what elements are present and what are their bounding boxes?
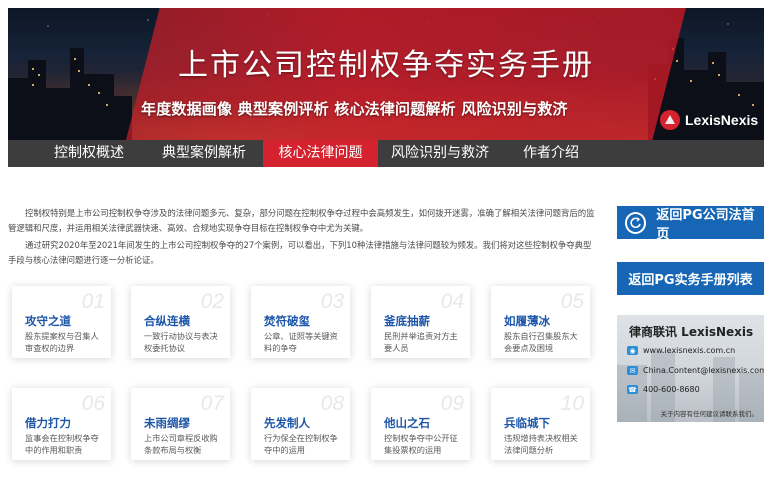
topic-card-06[interactable]: 06 借力打力 监事会在控制权争夺中的作用和职责 <box>12 388 111 460</box>
contact-website-row: ◉ www.lexisnexis.com.cn <box>627 346 735 355</box>
intro-text: 控制权特别是上市公司控制权争夺涉及的法律问题多元、复杂，部分问题在控制权争夺过程… <box>8 206 598 270</box>
topic-card-07[interactable]: 07 未雨绸缪 上市公司章程反收购条款布局与权衡 <box>131 388 230 460</box>
card-title: 如履薄冰 <box>504 314 550 328</box>
nav-item-cases[interactable]: 典型案例解析 <box>154 140 254 167</box>
header-banner: 上市公司控制权争夺实务手册 年度数据画像 典型案例评析 核心法律问题解析 风险识… <box>8 8 764 140</box>
contact-email[interactable]: China.Content@lexisnexis.com <box>643 366 764 375</box>
card-description: 民刑并举追责对方主要人员 <box>384 331 458 353</box>
page-title: 上市公司控制权争夺实务手册 <box>178 48 594 83</box>
card-number: 06 <box>81 392 105 415</box>
topic-card-01[interactable]: 01 攻守之道 股东提案权与召集人审查权的边界 <box>12 286 111 358</box>
card-title: 未雨绸缪 <box>144 416 190 430</box>
card-title: 兵临城下 <box>504 416 550 430</box>
card-title: 他山之石 <box>384 416 430 430</box>
contact-email-row: ✉ China.Content@lexisnexis.com <box>627 366 764 375</box>
nav-item-overview[interactable]: 控制权概述 <box>44 140 134 167</box>
contact-phone: 400-600-8680 <box>643 385 700 394</box>
back-to-pg-home-label: 返回PG公司法首页 <box>656 207 755 242</box>
card-number: 05 <box>560 290 584 313</box>
phone-icon: ☎ <box>627 385 638 394</box>
lexisnexis-logo-icon <box>660 110 680 130</box>
back-to-handbook-list-label: 返回PG实务手册列表 <box>628 273 753 288</box>
topic-card-04[interactable]: 04 釜底抽薪 民刑并举追责对方主要人员 <box>371 286 470 358</box>
card-number: 02 <box>200 290 224 313</box>
card-description: 一致行动协议与表决权委托协议 <box>144 331 218 353</box>
page-subtitle: 年度数据画像 典型案例评析 核心法律问题解析 风险识别与救济 <box>141 100 568 118</box>
topic-card-02[interactable]: 02 合纵连横 一致行动协议与表决权委托协议 <box>131 286 230 358</box>
card-title: 合纵连横 <box>144 314 190 328</box>
card-number: 07 <box>200 392 224 415</box>
back-to-handbook-list-button[interactable]: 返回PG实务手册列表 <box>617 262 764 295</box>
lexisnexis-logo[interactable]: LexisNexis <box>659 106 764 134</box>
contact-note: 关于内容有任何建议请联系我们。 <box>660 410 759 418</box>
card-description: 控制权争夺中公开征集投票权的运用 <box>384 433 458 455</box>
topic-card-05[interactable]: 05 如履薄冰 股东自行召集股东大会要点及困境 <box>491 286 590 358</box>
card-number: 04 <box>440 290 464 313</box>
contact-phone-row: ☎ 400-600-8680 <box>627 385 700 394</box>
logo-text: LexisNexis <box>685 112 759 128</box>
card-number: 10 <box>560 392 584 415</box>
card-description: 违规增持表决权相关法律问题分析 <box>504 433 578 455</box>
card-description: 行为保全在控制权争夺中的运用 <box>264 433 338 455</box>
card-description: 股东自行召集股东大会要点及困境 <box>504 331 578 353</box>
card-description: 上市公司章程反收购条款布局与权衡 <box>144 433 218 455</box>
intro-paragraph-1: 控制权特别是上市公司控制权争夺涉及的法律问题多元、复杂，部分问题在控制权争夺过程… <box>8 208 595 233</box>
topic-card-08[interactable]: 08 先发制人 行为保全在控制权争夺中的运用 <box>251 388 350 460</box>
back-to-pg-home-button[interactable]: 返回PG公司法首页 <box>617 206 764 242</box>
topic-card-09[interactable]: 09 他山之石 控制权争夺中公开征集投票权的运用 <box>371 388 470 460</box>
card-description: 公章、证照等关键资料的争夺 <box>264 331 338 353</box>
main-nav: 控制权概述 典型案例解析 核心法律问题 风险识别与救济 作者介绍 <box>8 140 764 167</box>
card-title: 釜底抽薪 <box>384 314 430 328</box>
nav-item-risk-remedy[interactable]: 风险识别与救济 <box>378 140 502 167</box>
nav-item-authors[interactable]: 作者介绍 <box>513 140 589 167</box>
topic-card-03[interactable]: 03 焚符破玺 公章、证照等关键资料的争夺 <box>251 286 350 358</box>
card-title: 借力打力 <box>25 416 71 430</box>
back-arrow-icon <box>625 211 647 234</box>
card-number: 01 <box>81 290 105 313</box>
card-number: 03 <box>320 290 344 313</box>
card-number: 08 <box>320 392 344 415</box>
card-title: 攻守之道 <box>25 314 71 328</box>
contact-title: 律商联讯 LexisNexis <box>629 325 754 339</box>
contact-panel: 律商联讯 LexisNexis ◉ www.lexisnexis.com.cn … <box>617 315 764 422</box>
globe-icon: ◉ <box>627 346 638 355</box>
card-number: 09 <box>440 392 464 415</box>
card-title: 先发制人 <box>264 416 310 430</box>
contact-website[interactable]: www.lexisnexis.com.cn <box>643 346 735 355</box>
card-title: 焚符破玺 <box>264 314 310 328</box>
nav-item-core-legal-issues[interactable]: 核心法律问题 <box>263 140 378 167</box>
card-description: 股东提案权与召集人审查权的边界 <box>25 331 99 353</box>
card-description: 监事会在控制权争夺中的作用和职责 <box>25 433 99 455</box>
mail-icon: ✉ <box>627 366 638 375</box>
intro-paragraph-2: 通过研究2020年至2021年间发生的上市公司控制权争夺的27个案例，可以看出，… <box>8 240 592 265</box>
topic-card-10[interactable]: 10 兵临城下 违规增持表决权相关法律问题分析 <box>491 388 590 460</box>
